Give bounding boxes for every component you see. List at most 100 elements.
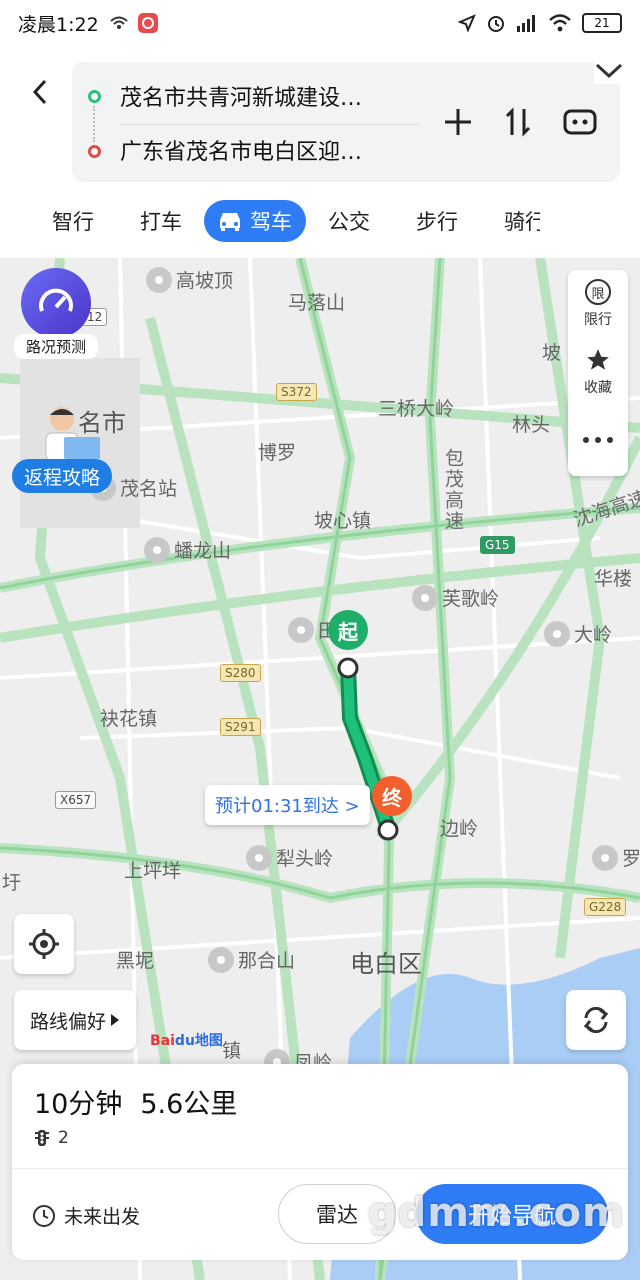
place-xu[interactable]: 圩 xyxy=(2,868,21,895)
road-shield-s291: S291 xyxy=(220,718,261,736)
place-sanqiao[interactable]: 三桥大岭 xyxy=(378,394,454,421)
destination-dot-icon xyxy=(88,145,101,158)
road-shield-s372: S372 xyxy=(276,383,317,401)
refresh-icon xyxy=(583,1006,609,1034)
app-notification-icon xyxy=(137,13,158,33)
route-connector xyxy=(93,106,95,142)
voice-assistant-button[interactable] xyxy=(558,100,602,144)
status-time: 凌晨1:22 xyxy=(18,13,99,36)
back-button[interactable] xyxy=(22,74,58,110)
eta-bubble[interactable]: 预计01:31到达 > xyxy=(205,785,370,825)
location-icon xyxy=(458,14,476,32)
swap-icon xyxy=(505,107,531,137)
tab-walk[interactable]: 步行 xyxy=(416,206,458,236)
future-departure-button[interactable]: 未来出发 xyxy=(32,1202,140,1229)
place-lintou[interactable]: 林头 xyxy=(512,410,550,437)
road-shield-g228: G228 xyxy=(584,898,627,916)
poi-pin-icon xyxy=(146,266,172,293)
watermark: gdmm.com xyxy=(368,1190,625,1236)
tab-smart[interactable]: 智行 xyxy=(52,206,94,236)
more-options-button[interactable] xyxy=(568,406,628,474)
return-guide-button[interactable]: 返程攻略 xyxy=(12,403,112,499)
more-dots-icon xyxy=(583,437,613,443)
chevron-left-icon xyxy=(32,79,47,105)
route-end-marker[interactable]: 终 xyxy=(372,776,412,816)
destination-field[interactable]: 广东省茂名市电白区迎… xyxy=(120,126,430,174)
tab-drive-label: 驾车 xyxy=(250,210,292,234)
map-side-panel: 限 限行 收藏 xyxy=(568,270,628,476)
route-preference-label: 路线偏好 xyxy=(29,1010,106,1033)
place-gaopoding[interactable]: 高坡顶 xyxy=(146,266,233,293)
poi-pin-icon xyxy=(544,620,570,647)
traffic-light-count: 2 xyxy=(58,1128,69,1148)
place-daling[interactable]: 大岭 xyxy=(544,620,612,647)
battery-indicator: 21 xyxy=(582,13,622,33)
road-shield-g15: G15 xyxy=(480,536,515,554)
favorite-button[interactable]: 收藏 xyxy=(568,338,628,406)
poi-pin-icon xyxy=(208,946,234,973)
tab-bike[interactable]: 骑行 xyxy=(504,206,540,236)
place-shangpingyang[interactable]: 上坪垟 xyxy=(124,856,181,883)
add-waypoint-button[interactable] xyxy=(436,100,480,144)
place-litouling[interactable]: 犁头岭 xyxy=(246,844,333,871)
hotspot-icon xyxy=(110,16,128,29)
place-yinggeling[interactable]: 芙歌岭 xyxy=(412,584,499,611)
route-input-box: 茂名市共青河新城建设… 广东省茂名市电白区迎… xyxy=(72,62,620,182)
traffic-forecast-label: 路况预测 xyxy=(14,334,98,359)
tab-transit[interactable]: 公交 xyxy=(328,206,370,236)
wifi-icon xyxy=(549,14,571,32)
route-summary: 10分钟 5.6公里 xyxy=(34,1082,237,1121)
place-boluo[interactable]: 博罗 xyxy=(258,438,296,465)
place-shanlongshan[interactable]: 蟠龙山 xyxy=(144,536,231,563)
avatar-icon xyxy=(45,407,100,462)
tab-taxi[interactable]: 打车 xyxy=(140,206,182,236)
favorite-label: 收藏 xyxy=(584,380,612,396)
swap-route-button[interactable] xyxy=(496,100,540,144)
car-icon xyxy=(220,213,240,231)
route-duration: 10分钟 xyxy=(34,1089,123,1120)
place-poxin[interactable]: 坡心镇 xyxy=(314,506,371,533)
place-luo[interactable]: 罗 xyxy=(592,844,640,871)
place-maluoshan[interactable]: 马落山 xyxy=(288,288,345,315)
place-bianling[interactable]: 边岭 xyxy=(440,814,478,841)
place-po[interactable]: 坡 xyxy=(542,338,561,365)
tab-drive[interactable]: 驾车 xyxy=(204,200,306,242)
baidu-map-logo: Baidu地图 xyxy=(150,1033,223,1049)
place-dianbai[interactable]: 电白区 xyxy=(350,944,422,979)
place-fuhua[interactable]: 袂花镇 xyxy=(100,704,157,731)
triangle-right-icon xyxy=(111,1014,119,1026)
refresh-route-button[interactable] xyxy=(566,990,626,1050)
signal-icon xyxy=(517,15,535,32)
origin-field[interactable]: 茂名市共青河新城建设… xyxy=(120,72,430,120)
route-preference-button[interactable]: 路线偏好 xyxy=(14,990,136,1050)
poi-pin-icon xyxy=(288,616,314,643)
locate-button[interactable] xyxy=(14,914,74,974)
place-hualou[interactable]: 华楼 xyxy=(594,564,632,591)
travel-mode-tabs: 智行 打车 驾车 公交 步行 骑行 xyxy=(0,196,640,246)
chevron-down-icon xyxy=(595,63,623,79)
place-heini[interactable]: 黑坭 xyxy=(116,946,154,973)
road-baomao: 包茂高速 xyxy=(442,448,464,532)
restriction-label: 限行 xyxy=(584,312,612,328)
road-shield-x657: X657 xyxy=(55,791,97,809)
traffic-light-icon xyxy=(35,1130,49,1146)
origin-dot-icon xyxy=(88,90,101,103)
card-divider xyxy=(12,1168,628,1169)
clock-icon xyxy=(33,1204,55,1227)
traffic-forecast-button[interactable]: 路况预测 xyxy=(14,268,98,359)
poi-pin-icon xyxy=(592,844,618,871)
restriction-icon: 限 xyxy=(585,279,611,305)
place-nahe[interactable]: 那合山 xyxy=(208,946,295,973)
more-modes-button[interactable] xyxy=(594,58,624,84)
crosshair-icon xyxy=(29,929,59,959)
restriction-button[interactable]: 限 限行 xyxy=(568,270,628,338)
future-departure-label: 未来出发 xyxy=(64,1206,141,1228)
star-icon xyxy=(587,349,609,370)
alarm-icon xyxy=(488,16,504,32)
status-bar: 凌晨1:22 21 xyxy=(0,0,640,46)
place-zhen[interactable]: 镇 xyxy=(222,1036,241,1063)
road-shield-s280: S280 xyxy=(220,664,261,682)
poi-pin-icon xyxy=(144,536,170,563)
route-distance: 5.6公里 xyxy=(140,1089,238,1120)
route-start-marker[interactable]: 起 xyxy=(328,610,368,650)
